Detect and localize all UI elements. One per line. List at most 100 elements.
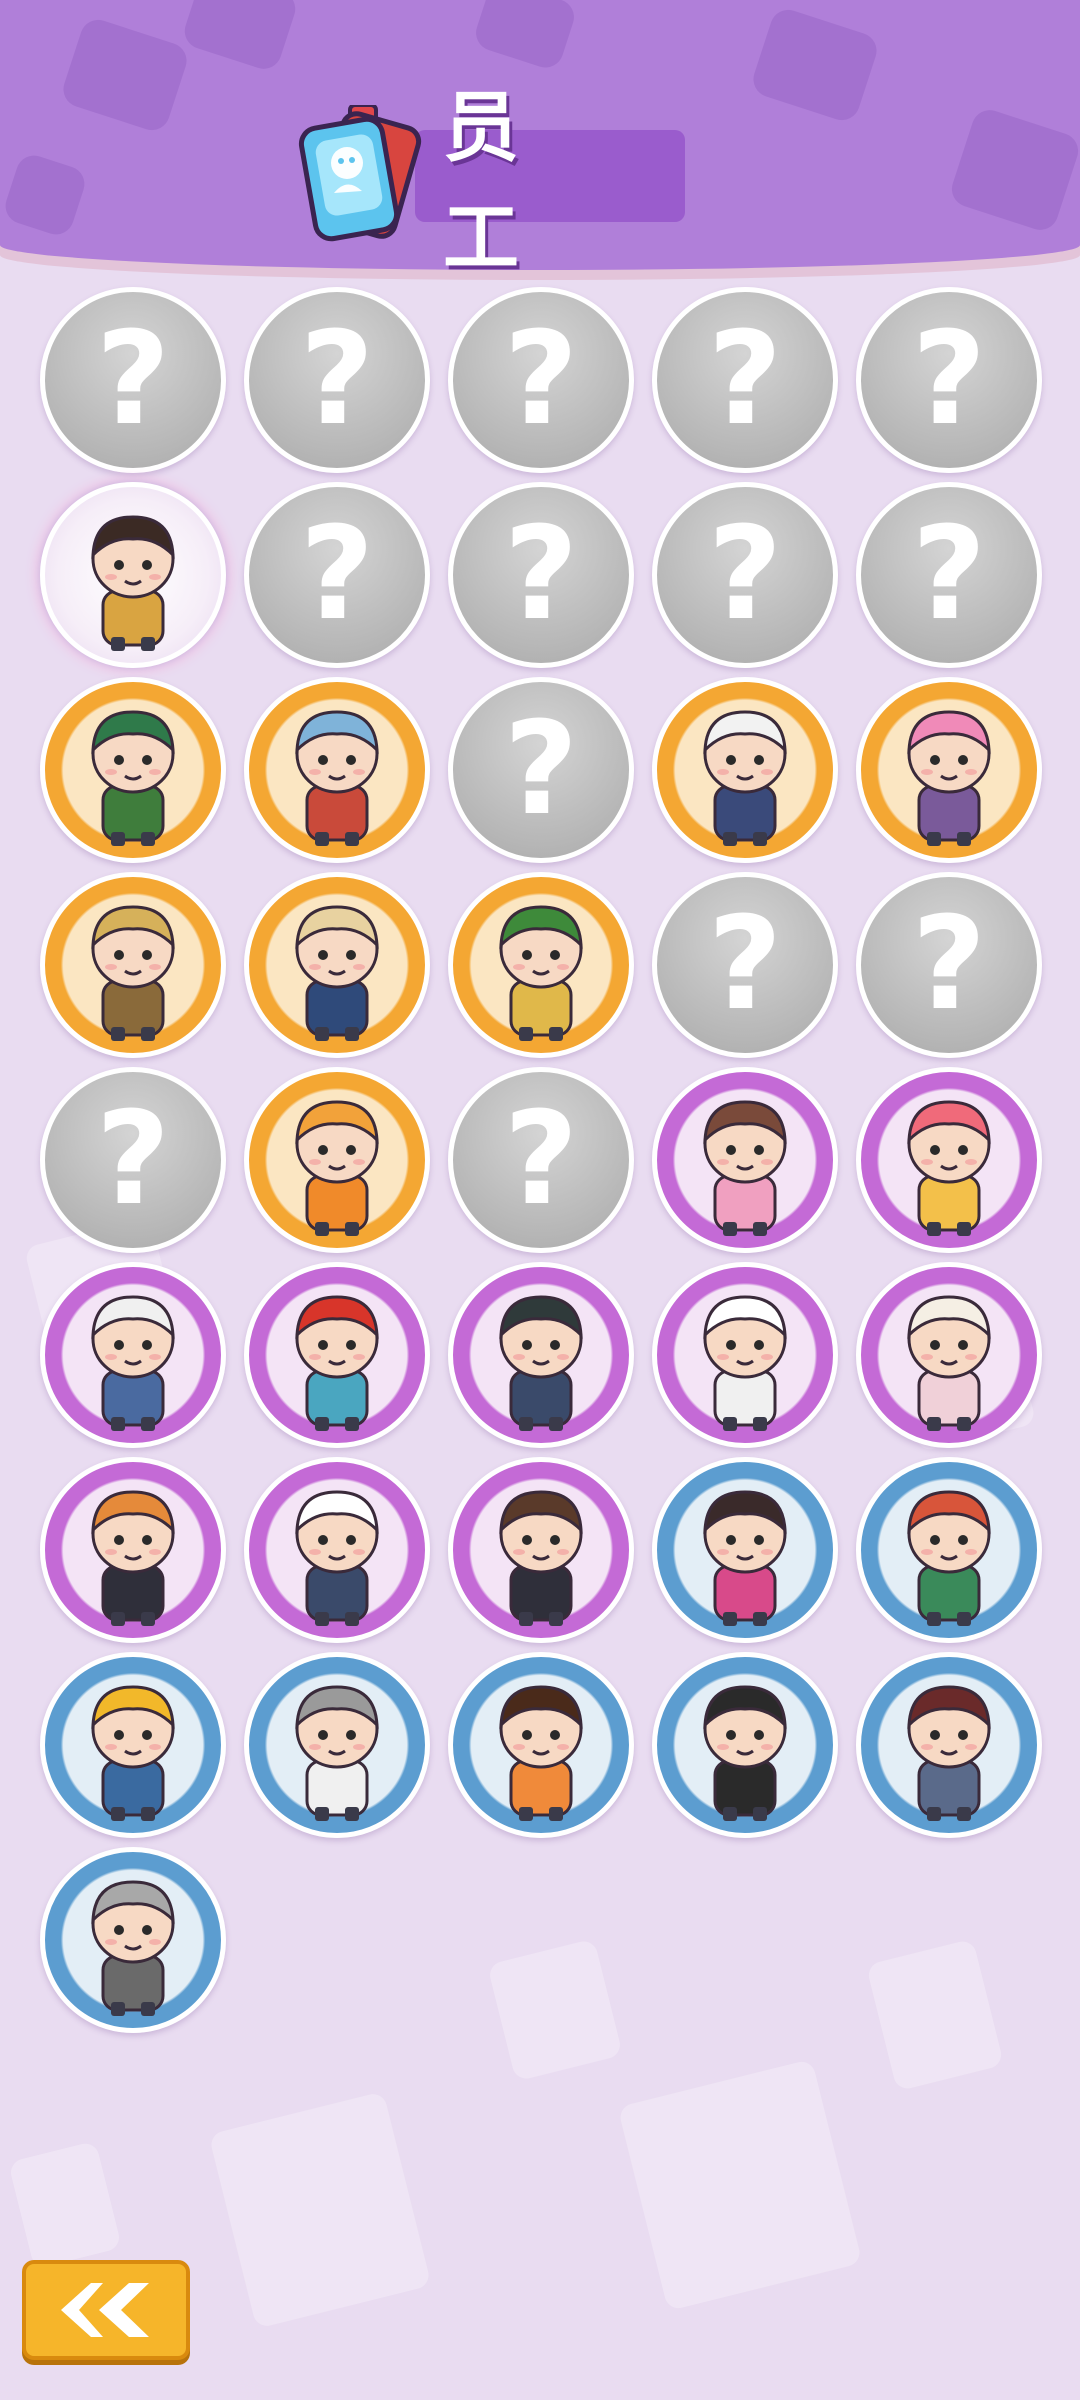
employee-slot-locked[interactable]: ? — [244, 482, 430, 668]
employee-portrait-frame — [652, 1652, 838, 1838]
employee-portrait-frame: ? — [448, 1067, 634, 1253]
back-chevron-icon — [61, 2283, 149, 2337]
header-bar: 员 工 — [0, 0, 1080, 282]
employee-slot-locked[interactable]: ? — [652, 287, 838, 473]
employee-portrait-frame — [448, 1652, 634, 1838]
employee-portrait-frame — [244, 1457, 430, 1643]
employee-slot-locked[interactable]: ? — [652, 482, 838, 668]
employee-portrait-frame — [856, 1457, 1042, 1643]
gray-hair-technician-icon — [91, 1880, 175, 2016]
employee-portrait-frame: ? — [244, 287, 430, 473]
employee-portrait-frame — [652, 677, 838, 863]
astronaut-fish-icon — [295, 710, 379, 846]
employee-portrait-frame — [856, 1262, 1042, 1448]
employee-slot[interactable] — [448, 1262, 634, 1448]
employee-slot-locked[interactable]: ? — [856, 287, 1042, 473]
employee-slot[interactable] — [244, 872, 430, 1058]
employee-slot[interactable] — [652, 1457, 838, 1643]
employee-slot-locked[interactable]: ? — [448, 287, 634, 473]
employee-portrait-frame — [652, 1067, 838, 1253]
employee-portrait-frame — [40, 1457, 226, 1643]
monkey-king-icon — [91, 710, 175, 846]
chef-cat-fish-icon — [91, 1295, 175, 1431]
employee-slot[interactable] — [244, 677, 430, 863]
question-mark-icon: ? — [707, 500, 783, 649]
employee-slot[interactable] — [856, 1457, 1042, 1643]
question-mark-icon: ? — [503, 1085, 579, 1234]
employee-portrait-frame — [244, 677, 430, 863]
employee-portrait-frame: ? — [40, 1067, 226, 1253]
employee-slot[interactable] — [40, 1652, 226, 1838]
employee-slot[interactable] — [448, 1652, 634, 1838]
page-title: 员 工 — [443, 83, 547, 282]
employee-slot-locked[interactable]: ? — [448, 482, 634, 668]
bandana-boy-icon — [295, 1295, 379, 1431]
glasses-student-girl-icon — [907, 1685, 991, 1821]
employee-slot-locked[interactable]: ? — [40, 1067, 226, 1253]
employee-slot[interactable] — [652, 677, 838, 863]
employee-slot[interactable] — [40, 677, 226, 863]
background-book-decoration — [617, 2058, 863, 2312]
blushing-girl-icon — [499, 1685, 583, 1821]
employee-slot[interactable] — [652, 1652, 838, 1838]
employee-portrait-frame — [652, 1262, 838, 1448]
green-hair-bug-catcher-icon — [499, 905, 583, 1041]
employee-portrait-frame: ? — [652, 872, 838, 1058]
employee-slot[interactable] — [244, 1652, 430, 1838]
question-mark-icon: ? — [911, 890, 987, 1039]
employee-slot-locked[interactable]: ? — [448, 1067, 634, 1253]
panda-icon — [295, 1490, 379, 1626]
corgi-icon — [91, 1490, 175, 1626]
employee-slot[interactable] — [652, 1067, 838, 1253]
question-mark-icon: ? — [95, 1085, 171, 1234]
seal-explorer-icon — [91, 905, 175, 1041]
employee-portrait-frame — [244, 1262, 430, 1448]
employee-slot[interactable] — [856, 677, 1042, 863]
question-mark-icon: ? — [503, 305, 579, 454]
background-book-decoration — [208, 2091, 432, 2329]
smiling-lady-icon — [703, 1490, 787, 1626]
question-mark-icon: ? — [911, 500, 987, 649]
otter-captain-icon — [499, 1490, 583, 1626]
question-mark-icon: ? — [95, 305, 171, 454]
question-mark-icon: ? — [503, 695, 579, 844]
employee-slot[interactable] — [856, 1262, 1042, 1448]
title-banner: 员 工 — [415, 83, 685, 282]
employee-slot[interactable] — [652, 1262, 838, 1448]
employee-slot[interactable] — [448, 872, 634, 1058]
employee-slot[interactable] — [40, 1847, 226, 2033]
robot-worker-icon — [295, 1100, 379, 1236]
employee-slot-locked[interactable]: ? — [856, 482, 1042, 668]
employee-portrait-frame — [40, 1847, 226, 2033]
employee-portrait-frame — [40, 482, 226, 668]
employee-slot[interactable] — [244, 1457, 430, 1643]
question-mark-icon: ? — [707, 890, 783, 1039]
employee-slot-locked[interactable]: ? — [40, 287, 226, 473]
employee-portrait-frame — [652, 1457, 838, 1643]
employee-portrait-frame — [856, 1652, 1042, 1838]
beanie-man-icon — [703, 1685, 787, 1821]
employee-slot-locked[interactable]: ? — [244, 287, 430, 473]
employee-portrait-frame — [244, 1067, 430, 1253]
employee-slot[interactable] — [40, 872, 226, 1058]
employee-slot[interactable] — [40, 1262, 226, 1448]
employee-slot-locked[interactable]: ? — [448, 677, 634, 863]
back-button[interactable] — [22, 2260, 190, 2360]
employee-slot[interactable] — [856, 1067, 1042, 1253]
employee-portrait-frame — [448, 1262, 634, 1448]
employee-portrait-frame: ? — [244, 482, 430, 668]
hard-hat-worker-icon — [91, 1685, 175, 1821]
employee-slot-locked[interactable]: ? — [652, 872, 838, 1058]
employee-slot[interactable] — [448, 1457, 634, 1643]
employee-portrait-frame: ? — [652, 482, 838, 668]
employee-portrait-frame: ? — [652, 287, 838, 473]
employee-slot[interactable] — [244, 1262, 430, 1448]
employee-slot[interactable] — [40, 1457, 226, 1643]
cat-ear-adventurer-girl-icon — [91, 515, 175, 651]
employee-slot[interactable] — [856, 1652, 1042, 1838]
employee-portrait-frame — [40, 872, 226, 1058]
employee-slot[interactable] — [40, 482, 226, 668]
employee-slot[interactable] — [244, 1067, 430, 1253]
employee-slot-locked[interactable]: ? — [856, 872, 1042, 1058]
question-mark-icon: ? — [503, 500, 579, 649]
